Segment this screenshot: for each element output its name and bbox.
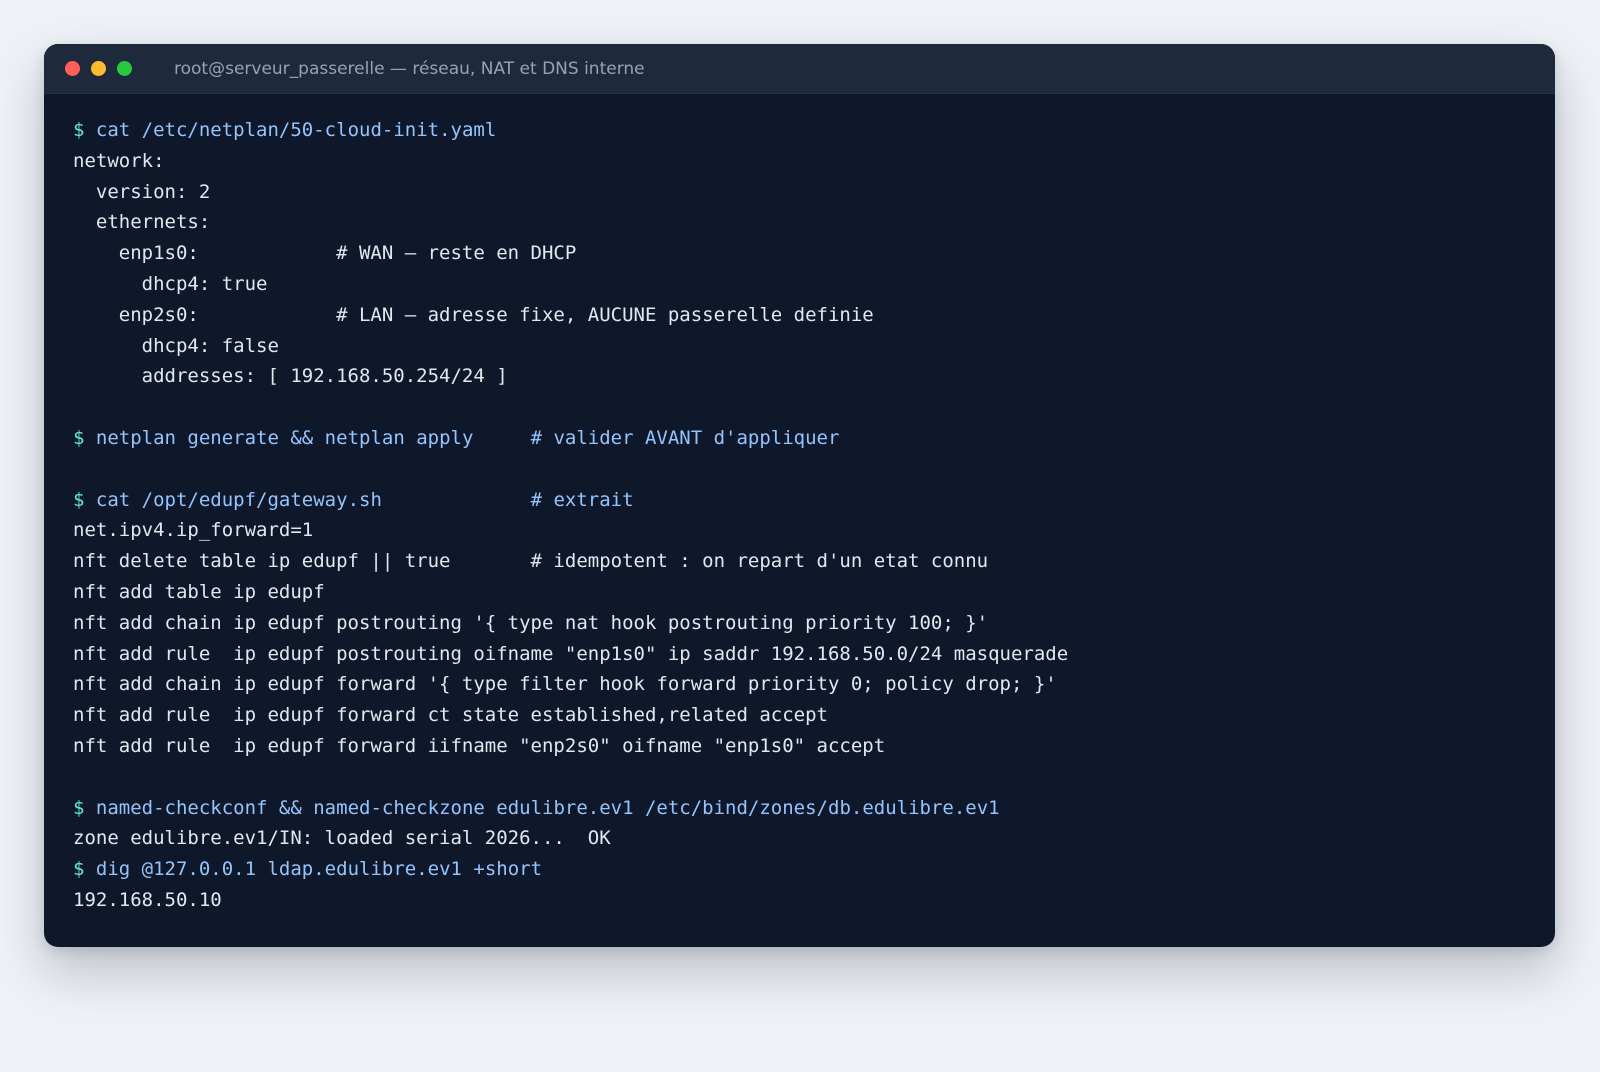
- prompt-sign: $: [73, 796, 85, 819]
- command-text: cat /opt/edupf/gateway.sh # extrait: [95, 488, 634, 511]
- output-line: nft add rule ip edupf forward ct state e…: [73, 704, 828, 727]
- command-text: dig @127.0.0.1 ldap.edulibre.ev1 +short: [95, 858, 543, 881]
- prompt-sign: $: [73, 858, 85, 881]
- command-line: $ cat /etc/netplan/50-cloud-init.yaml: [73, 115, 1535, 146]
- command-text: netplan generate && netplan apply # vali…: [95, 426, 840, 449]
- output-line: addresses: [ 192.168.50.254/24 ]: [73, 365, 508, 388]
- prompt-sign: $: [73, 119, 85, 141]
- command-line: $ dig @127.0.0.1 ldap.edulibre.ev1 +shor…: [73, 854, 1535, 885]
- terminal-output[interactable]: $ cat /etc/netplan/50-cloud-init.yaml net…: [73, 115, 1535, 916]
- output-line: network:: [73, 149, 165, 172]
- maximize-button[interactable]: [117, 61, 132, 76]
- output-line: enp1s0: # WAN — reste en DHCP: [73, 242, 577, 265]
- command-text: cat /etc/netplan/50-cloud-init.yaml: [95, 119, 497, 141]
- minimize-button[interactable]: [91, 61, 106, 76]
- window-controls: [65, 61, 143, 76]
- output-line: nft add rule ip edupf postrouting oifnam…: [73, 642, 1069, 665]
- output-line: nft delete table ip edupf || true # idem…: [73, 550, 989, 573]
- output-line: enp2s0: # LAN — adresse fixe, AUCUNE pas…: [73, 303, 874, 326]
- output-line: nft add table ip edupf: [73, 580, 325, 603]
- prompt-sign: $: [73, 426, 85, 449]
- output-line: 192.168.50.10: [73, 888, 222, 911]
- output-line: nft add chain ip edupf forward '{ type f…: [73, 673, 1057, 696]
- output-line: nft add chain ip edupf postrouting '{ ty…: [73, 611, 989, 634]
- title-bar: root@serveur_passerelle — réseau, NAT et…: [44, 44, 1555, 94]
- output-line: ethernets:: [73, 211, 211, 234]
- output-line: net.ipv4.ip_forward=1: [73, 519, 314, 542]
- output-line: version: 2: [73, 180, 211, 203]
- command-text: named-checkconf && named-checkzone eduli…: [95, 796, 1000, 819]
- close-button[interactable]: [65, 61, 80, 76]
- terminal-window: root@serveur_passerelle — réseau, NAT et…: [44, 44, 1555, 947]
- prompt-sign: $: [73, 488, 85, 511]
- command-line: $ cat /opt/edupf/gateway.sh # extrait: [73, 485, 1535, 516]
- window-title: root@serveur_passerelle — réseau, NAT et…: [174, 58, 645, 79]
- output-line: zone edulibre.ev1/IN: loaded serial 2026…: [73, 827, 611, 850]
- command-line: $ netplan generate && netplan apply # va…: [73, 423, 1535, 454]
- output-line: dhcp4: true: [73, 272, 268, 295]
- output-line: dhcp4: false: [73, 334, 279, 357]
- command-line: $ named-checkconf && named-checkzone edu…: [73, 793, 1535, 824]
- output-line: nft add rule ip edupf forward iifname "e…: [73, 734, 886, 757]
